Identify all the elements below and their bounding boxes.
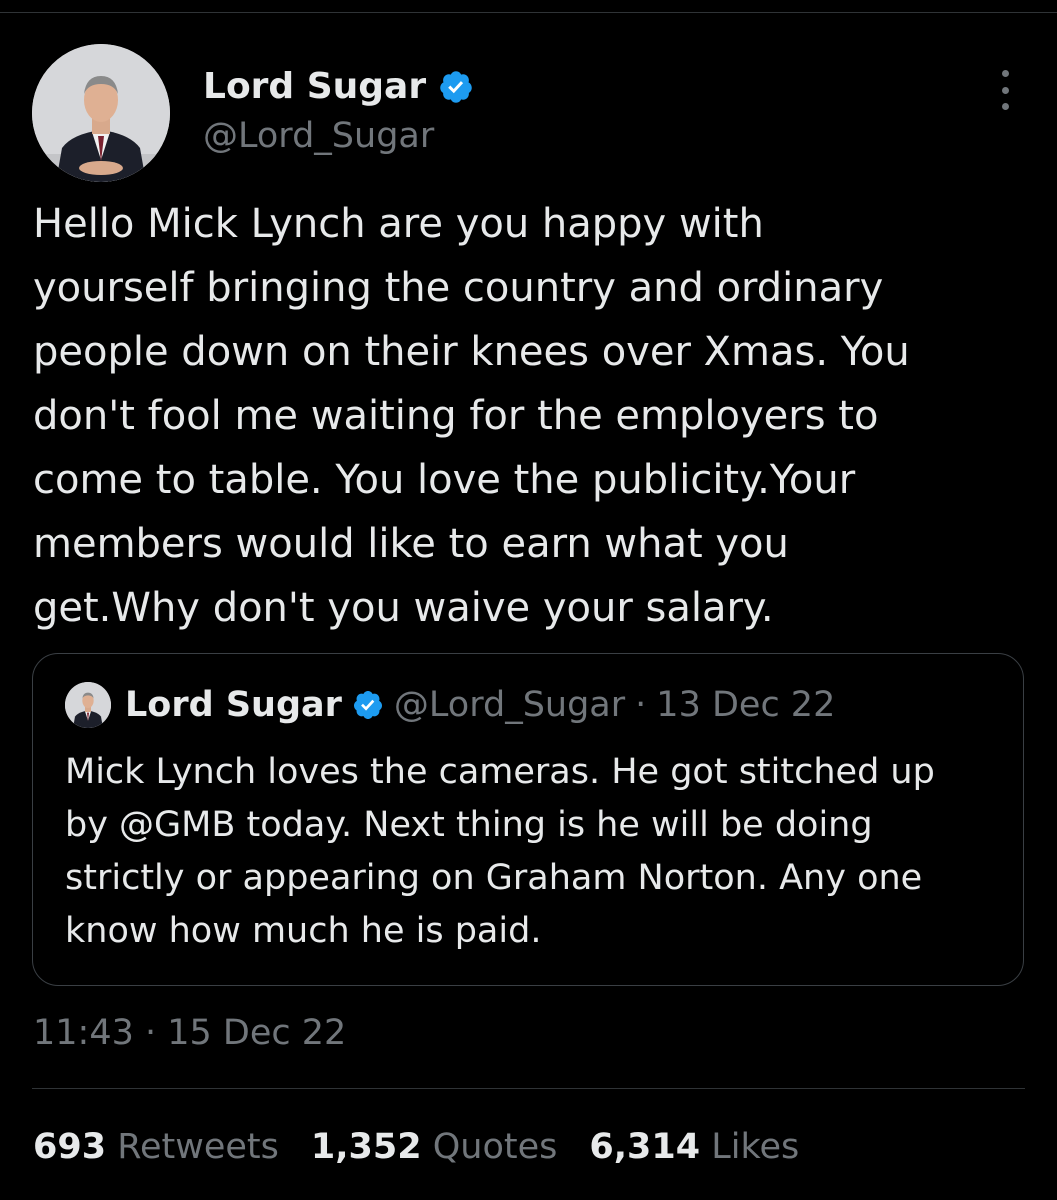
tweet-timestamp[interactable]: 11:43 · 15 Dec 22 [33, 1013, 346, 1053]
quotes-label: Quotes [432, 1127, 558, 1167]
verified-badge-icon [438, 69, 474, 105]
retweets-stat[interactable]: 693 Retweets [33, 1127, 279, 1167]
author-avatar[interactable] [32, 44, 170, 182]
author-name[interactable]: Lord Sugar [203, 66, 426, 107]
more-options-icon[interactable] [992, 70, 1018, 110]
quoted-author-handle: @Lord_Sugar [393, 685, 626, 725]
stats-divider [32, 1088, 1025, 1089]
quoted-tweet-header: Lord Sugar @Lord_Sugar · 13 Dec 22 [65, 682, 835, 728]
verified-badge-icon [352, 689, 384, 721]
likes-count: 6,314 [589, 1127, 701, 1167]
likes-label: Likes [711, 1127, 800, 1167]
top-divider [0, 12, 1057, 13]
author-name-row[interactable]: Lord Sugar [203, 66, 474, 107]
engagement-stats: 693 Retweets 1,352 Quotes 6,314 Likes [33, 1127, 799, 1167]
quoted-separator: · [635, 685, 647, 725]
quoted-date: 13 Dec 22 [656, 685, 836, 725]
retweets-label: Retweets [117, 1127, 279, 1167]
tweet-text: Hello Mick Lynch are you happy with your… [33, 201, 910, 631]
retweets-count: 693 [33, 1127, 107, 1167]
author-handle[interactable]: @Lord_Sugar [203, 116, 434, 156]
quoted-tweet-text: Mick Lynch loves the cameras. He got sti… [65, 752, 935, 951]
quotes-count: 1,352 [310, 1127, 422, 1167]
likes-stat[interactable]: 6,314 Likes [589, 1127, 799, 1167]
quoted-author-name: Lord Sugar [125, 685, 342, 725]
quoted-author-avatar [65, 682, 111, 728]
quoted-tweet-card[interactable]: Lord Sugar @Lord_Sugar · 13 Dec 22 Mick … [32, 653, 1024, 986]
quotes-stat[interactable]: 1,352 Quotes [311, 1127, 558, 1167]
